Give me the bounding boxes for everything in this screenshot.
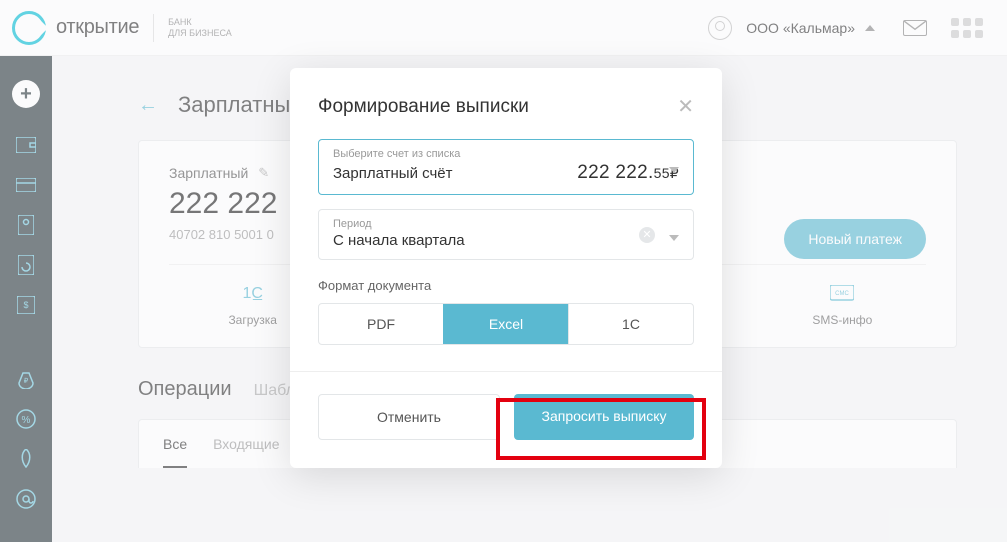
format-1c[interactable]: 1C — [568, 304, 693, 344]
modal-title: Формирование выписки — [318, 96, 529, 118]
format-label: Формат документа — [318, 278, 694, 293]
format-pdf[interactable]: PDF — [319, 304, 443, 344]
account-select-value: Зарплатный счёт — [333, 165, 452, 182]
chevron-down-icon — [669, 167, 679, 173]
request-statement-button[interactable]: Запросить выписку — [514, 394, 694, 440]
account-select-amount: 222 222.55₽ — [577, 162, 679, 184]
period-hint: Период — [333, 218, 679, 230]
account-select-hint: Выберите счет из списка — [333, 148, 679, 160]
format-segment: PDF Excel 1C — [318, 303, 694, 345]
cancel-button[interactable]: Отменить — [318, 394, 500, 440]
close-icon[interactable]: ✕ — [677, 94, 694, 119]
chevron-down-icon — [669, 235, 679, 241]
statement-modal: Формирование выписки ✕ Выберите счет из … — [290, 68, 722, 468]
format-excel[interactable]: Excel — [443, 304, 568, 344]
clear-icon[interactable]: ✕ — [639, 227, 655, 243]
account-select[interactable]: Выберите счет из списка Зарплатный счёт … — [318, 139, 694, 195]
period-select[interactable]: Период С начала квартала ✕ — [318, 209, 694, 260]
period-value: С начала квартала — [333, 232, 679, 249]
